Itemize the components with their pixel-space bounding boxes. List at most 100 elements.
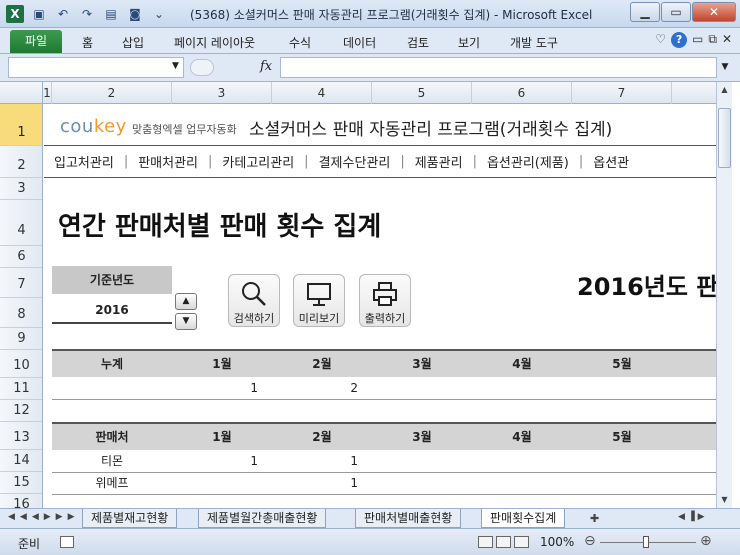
print-button[interactable]: 출력하기 xyxy=(359,274,411,327)
count-cell-jan[interactable]: 1 xyxy=(172,451,262,472)
row-header-2[interactable]: 2 xyxy=(0,146,42,178)
formula-expand-icon[interactable]: ▼ xyxy=(718,57,732,78)
tab-view[interactable]: 보기 xyxy=(458,34,480,51)
help-icon[interactable]: ? xyxy=(671,32,688,48)
doc-minimize-icon[interactable]: ▭ xyxy=(692,32,703,48)
row-header-14[interactable]: 14 xyxy=(0,450,42,472)
name-box-dropdown-icon[interactable]: ▼ xyxy=(172,61,179,71)
tab-home[interactable]: 홈 xyxy=(82,34,93,51)
sheet-nav-arrows-icon[interactable]: ◀◀◀▶▶▶ xyxy=(8,512,80,522)
name-box[interactable] xyxy=(8,57,184,78)
search-button[interactable]: 검색하기 xyxy=(228,274,280,327)
row-header-12[interactable]: 12 xyxy=(0,400,42,422)
insert-sheet-icon[interactable]: ✚ xyxy=(590,512,599,525)
redo-icon[interactable]: ↷ xyxy=(78,5,96,23)
row-header-16[interactable]: 16 xyxy=(0,494,42,508)
formula-input[interactable] xyxy=(280,57,717,78)
row-header-10[interactable]: 10 xyxy=(0,350,42,378)
page-layout-view-icon[interactable] xyxy=(496,536,511,548)
tab-page-layout[interactable]: 페이지 레이아웃 xyxy=(174,34,255,51)
count-cell-jun[interactable] xyxy=(672,473,716,494)
menu-item-category[interactable]: 카테고리관리 xyxy=(212,152,304,171)
zoom-in-icon[interactable]: ⊕ xyxy=(700,533,712,549)
seller-name-cell[interactable]: 위메프 xyxy=(52,473,172,494)
page-break-view-icon[interactable] xyxy=(514,536,529,548)
summary-cell-jan[interactable]: 1 xyxy=(172,378,262,399)
menu-item-payment[interactable]: 결제수단관리 xyxy=(309,152,401,171)
count-cell-jan[interactable] xyxy=(172,473,262,494)
select-all-corner[interactable] xyxy=(0,82,43,104)
sheet-tab-inventory[interactable]: 제품별재고현황 xyxy=(82,509,178,528)
column-header-6[interactable]: 6 xyxy=(472,82,572,104)
tab-data[interactable]: 데이터 xyxy=(343,34,376,51)
count-cell-mar[interactable] xyxy=(372,451,462,472)
year-down-button[interactable]: ▼ xyxy=(175,313,197,330)
column-header-1[interactable]: 1 xyxy=(43,82,52,104)
close-button[interactable]: ✕ xyxy=(692,2,736,22)
camera-icon[interactable]: ◙ xyxy=(126,5,144,23)
form-icon[interactable]: ▤ xyxy=(102,5,120,23)
column-header-4[interactable]: 4 xyxy=(272,82,372,104)
scroll-down-icon[interactable]: ▼ xyxy=(717,492,732,507)
count-cell-mar[interactable] xyxy=(372,473,462,494)
zoom-out-icon[interactable]: ⊖ xyxy=(584,533,596,549)
tab-developer[interactable]: 개발 도구 xyxy=(510,34,558,51)
count-cell-jun[interactable] xyxy=(672,451,716,472)
menu-item-product[interactable]: 제품관리 xyxy=(405,152,473,171)
row-header-7[interactable]: 7 xyxy=(0,268,42,298)
year-up-button[interactable]: ▲ xyxy=(175,293,197,310)
menu-item-option-product[interactable]: 옵션관리(제품) xyxy=(477,152,579,171)
year-input[interactable]: 2016 xyxy=(52,296,172,324)
column-header-7[interactable]: 7 xyxy=(572,82,672,104)
scroll-thumb[interactable] xyxy=(718,108,731,168)
sheet-tab-sales-count[interactable]: 판매횟수집계 xyxy=(481,509,566,528)
macro-record-icon[interactable] xyxy=(60,536,74,548)
menu-item-option[interactable]: 옵션관 xyxy=(583,152,639,171)
summary-cell-feb[interactable]: 2 xyxy=(272,378,362,399)
tab-file[interactable]: 파일 xyxy=(10,30,62,53)
column-header-2[interactable]: 2 xyxy=(52,82,172,104)
seller-name-cell[interactable]: 티몬 xyxy=(52,451,172,472)
save-icon[interactable]: ▣ xyxy=(30,5,48,23)
horizontal-scrollbar[interactable]: ◀ ▐ ▶ xyxy=(678,512,718,525)
normal-view-icon[interactable] xyxy=(478,536,493,548)
tab-formulas[interactable]: 수식 xyxy=(289,34,311,51)
minimize-button[interactable]: ▁ xyxy=(630,2,660,22)
qat-customize-icon[interactable]: ⌄ xyxy=(150,5,168,23)
sheet-tab-seller-sales[interactable]: 판매처별매출현황 xyxy=(355,509,462,528)
count-cell-feb[interactable]: 1 xyxy=(272,473,362,494)
zoom-level[interactable]: 100% xyxy=(540,535,574,549)
menu-item-seller[interactable]: 판매처관리 xyxy=(128,152,208,171)
insert-function-icon[interactable]: fx xyxy=(260,59,272,74)
tab-review[interactable]: 검토 xyxy=(407,34,429,51)
count-cell-feb[interactable]: 1 xyxy=(272,451,362,472)
ribbon-collapse-icon[interactable]: ♡ xyxy=(655,32,666,48)
summary-cell-apr[interactable] xyxy=(472,378,562,399)
count-cell-apr[interactable] xyxy=(472,451,562,472)
row-header-6[interactable]: 6 xyxy=(0,246,42,268)
maximize-button[interactable]: ▭ xyxy=(661,2,691,22)
count-cell-may[interactable] xyxy=(572,473,662,494)
excel-app-icon[interactable]: X xyxy=(6,5,24,23)
scroll-up-icon[interactable]: ▲ xyxy=(717,82,732,97)
summary-cell-jun[interactable] xyxy=(672,378,716,399)
row-header-1[interactable]: 1 xyxy=(0,104,42,146)
row-header-15[interactable]: 15 xyxy=(0,472,42,494)
menu-item-supplier[interactable]: 입고처관리 xyxy=(44,152,124,171)
count-cell-may[interactable] xyxy=(572,451,662,472)
doc-restore-icon[interactable]: ⧉ xyxy=(708,32,717,48)
count-cell-apr[interactable] xyxy=(472,473,562,494)
summary-cell-may[interactable] xyxy=(572,378,662,399)
column-header-5[interactable]: 5 xyxy=(372,82,472,104)
row-header-8[interactable]: 8 xyxy=(0,298,42,328)
row-header-13[interactable]: 13 xyxy=(0,422,42,450)
undo-icon[interactable]: ↶ xyxy=(54,5,72,23)
row-header-9[interactable]: 9 xyxy=(0,328,42,350)
row-header-3[interactable]: 3 xyxy=(0,178,42,200)
preview-button[interactable]: 미리보기 xyxy=(293,274,345,327)
summary-cell-mar[interactable] xyxy=(372,378,462,399)
summary-cell-total[interactable] xyxy=(52,378,172,399)
column-header-3[interactable]: 3 xyxy=(172,82,272,104)
doc-close-icon[interactable]: ✕ xyxy=(722,32,732,48)
vertical-scrollbar[interactable]: ▲ ▼ xyxy=(716,82,732,508)
